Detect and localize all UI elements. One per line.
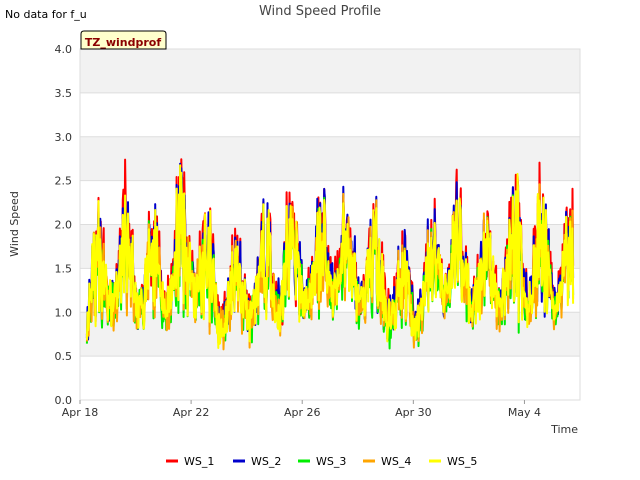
y-tick-label: 2.0 [55,219,73,232]
wind-speed-chart: No data for f_u Wind Speed Profile 0.00.… [5,4,581,468]
y-axis-ticks: 0.00.51.01.52.02.53.03.54.0 [55,43,73,407]
x-tick-label: Apr 18 [62,406,99,419]
y-tick-label: 3.5 [55,87,73,100]
background-band [80,49,580,93]
legend-label: WS_3 [316,455,346,468]
y-tick-label: 4.0 [55,43,73,56]
background-band [80,136,580,181]
y-tick-label: 1.0 [55,306,73,319]
x-axis-ticks: Apr 18 Apr 22 Apr 26 Apr 30 May 4 [62,400,541,419]
legend-label: WS_4 [381,455,411,468]
legend-label: WS_1 [184,455,214,468]
no-data-note: No data for f_u [5,8,87,21]
legend-label: WS_2 [251,455,281,468]
site-badge: TZ_windprof [80,30,167,50]
x-tick-label: Apr 30 [395,406,432,419]
x-tick-label: Apr 26 [284,406,321,419]
x-tick-label: Apr 22 [173,406,210,419]
chart-title: Wind Speed Profile [259,4,381,19]
legend-label: WS_5 [447,455,477,468]
chart-legend: WS_1 WS_2 WS_3 WS_4 WS_5 [166,455,477,468]
y-tick-label: 1.5 [55,262,73,275]
y-axis-label: Wind Speed [8,191,21,257]
y-tick-label: 0.5 [55,350,73,363]
y-tick-label: 2.5 [55,175,73,188]
site-badge-label: TZ_windprof [85,36,161,49]
x-axis-label: Time [550,423,578,436]
x-tick-label: May 4 [508,406,541,419]
y-tick-label: 3.0 [55,131,73,144]
